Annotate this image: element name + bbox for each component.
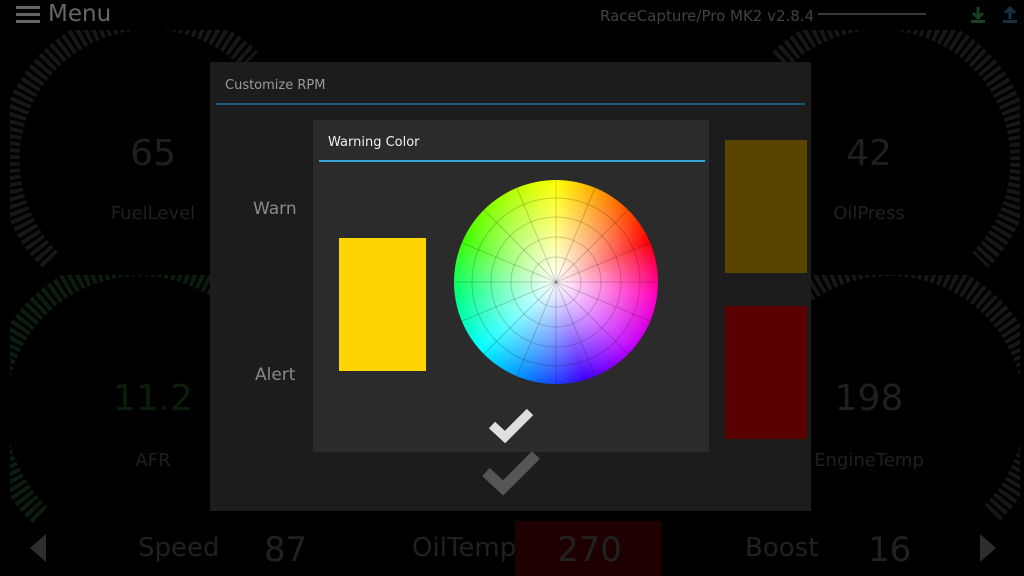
title-divider [216,103,805,105]
confirm-checkmark-icon[interactable] [489,408,533,444]
warn-label: Warn [253,199,297,219]
dialog-title: Customize RPM [225,78,326,93]
confirm-checkmark-icon[interactable] [482,450,540,496]
dialog-title: Warning Color [328,135,420,150]
warn-color-swatch[interactable] [725,140,807,273]
warning-color-dialog: Warning Color [313,120,709,452]
alert-label: Alert [255,365,296,385]
title-divider [319,160,705,162]
color-wheel-grid [454,180,658,384]
alert-color-swatch[interactable] [725,306,807,439]
selected-color-preview [339,238,426,371]
